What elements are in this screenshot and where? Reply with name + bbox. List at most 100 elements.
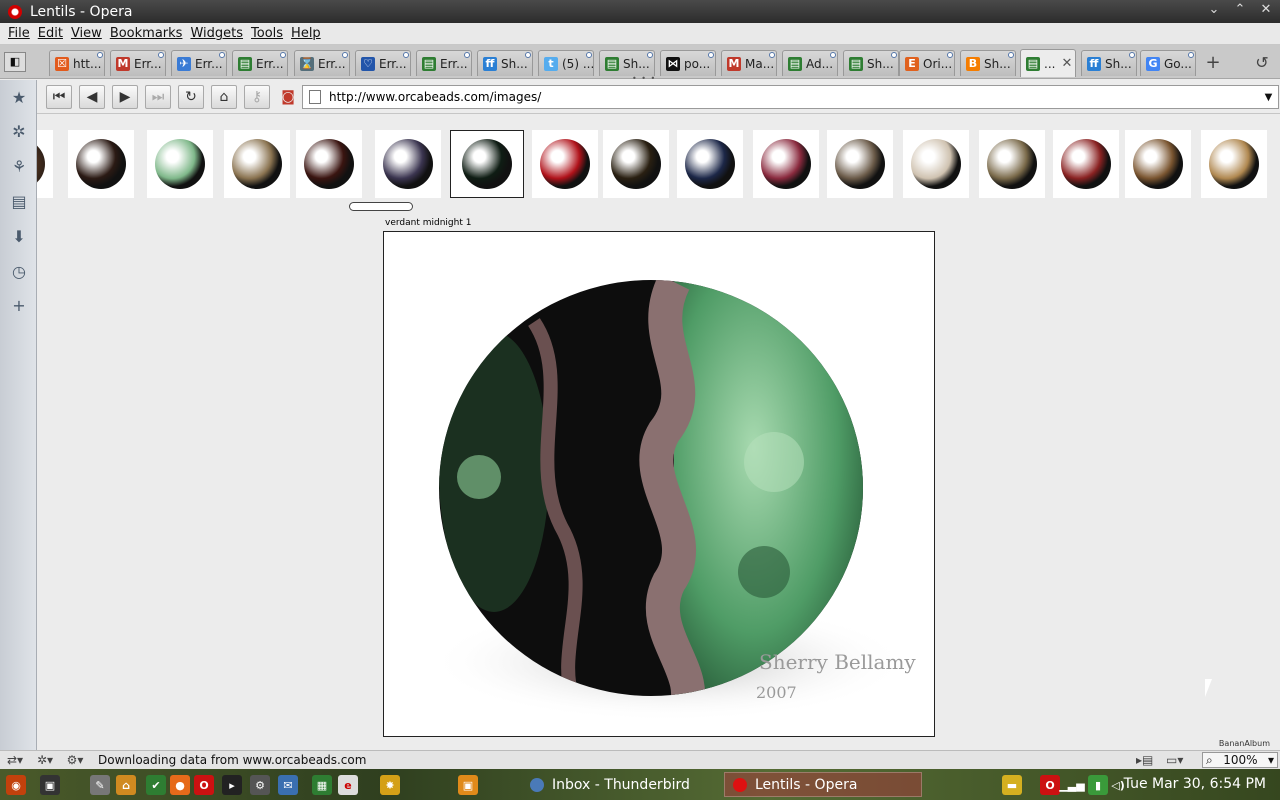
maximize-button[interactable]: ⌃	[1232, 2, 1248, 17]
close-tab-icon[interactable]: ✕	[1061, 56, 1072, 71]
task-opera[interactable]: Lentils - Opera	[724, 772, 922, 797]
stop-icon[interactable]: ◙	[275, 85, 301, 109]
clock[interactable]: Tue Mar 30, 6:54 PM	[1124, 776, 1266, 792]
tab-0[interactable]: ☒ htt...	[49, 50, 105, 76]
tab-6[interactable]: ▤ Err...	[416, 50, 472, 76]
bead-thumbnail[interactable]	[677, 130, 743, 198]
address-bar[interactable]	[302, 85, 1261, 109]
tab-16[interactable]: ▤... ✕	[1020, 49, 1076, 77]
panel-toggle-button[interactable]: ◧	[4, 52, 26, 72]
rewind-button[interactable]: ⏮	[46, 85, 72, 109]
starburst-icon[interactable]: ✸	[380, 775, 400, 795]
mail-icon[interactable]: ✉	[278, 775, 298, 795]
files-icon[interactable]: ⌂	[116, 775, 136, 795]
battery-icon[interactable]: ▮	[1088, 775, 1108, 795]
add-panel-icon[interactable]: +	[8, 294, 30, 316]
bead-thumbnail[interactable]	[903, 130, 969, 198]
bead-thumbnail[interactable]	[450, 130, 524, 198]
desktop-icon[interactable]: ▣	[40, 775, 60, 795]
main-image[interactable]: Sherry Bellamy 2007	[383, 231, 935, 737]
bead-thumbnail[interactable]	[147, 130, 213, 198]
settings-icon[interactable]: ⚙▾	[60, 753, 90, 767]
opera-launcher-icon[interactable]: O	[194, 775, 214, 795]
menu-widgets[interactable]: Widgets	[190, 26, 243, 41]
reload-button[interactable]: ↻	[178, 85, 204, 109]
zoom-control[interactable]: ⌕ 100% ▾	[1202, 752, 1278, 768]
network-icon[interactable]: ▁▃▅	[1059, 775, 1084, 795]
menu-help[interactable]: Help	[291, 26, 321, 41]
bead-thumbnail[interactable]	[603, 130, 669, 198]
tab-4[interactable]: ⌛ Err...	[294, 50, 350, 76]
bead-thumbnail-partial[interactable]	[37, 130, 53, 198]
bead-thumbnail[interactable]	[1053, 130, 1119, 198]
view-mode-icon[interactable]: ▭▾	[1166, 753, 1183, 767]
unite-icon[interactable]: ✲▾	[30, 753, 60, 767]
bead-thumbnail[interactable]	[753, 130, 819, 198]
fast-forward-button[interactable]: ⏭	[145, 85, 171, 109]
bead-thumbnail[interactable]	[979, 130, 1045, 198]
bookmarks-panel-icon[interactable]: ★	[8, 86, 30, 108]
opera-tray-icon[interactable]: O	[1040, 775, 1060, 795]
new-tab-button[interactable]: +	[1200, 53, 1226, 75]
bead-thumbnail[interactable]	[296, 130, 362, 198]
tab-loading-dot	[1008, 52, 1014, 58]
links-panel-icon[interactable]: ⚘	[8, 155, 30, 177]
wand-button[interactable]: ⚷	[244, 85, 270, 109]
tab-11[interactable]: M Ma...	[721, 50, 777, 76]
address-dropdown-button[interactable]: ▼	[1259, 85, 1279, 109]
panel-view-icon[interactable]: ▸▤	[1136, 753, 1153, 767]
folder-icon[interactable]: ▬	[1002, 775, 1022, 795]
task-thunderbird[interactable]: Inbox - Thunderbird	[522, 772, 718, 797]
bead-thumbnail[interactable]	[1201, 130, 1267, 198]
start-menu-icon[interactable]: ◉	[6, 775, 26, 795]
history-panel-icon[interactable]: ◷	[8, 260, 30, 282]
closed-tabs-icon[interactable]: ↺	[1250, 53, 1274, 75]
tab-8[interactable]: t (5) ...	[538, 50, 594, 76]
tasks-icon[interactable]: ✔	[146, 775, 166, 795]
tab-14[interactable]: E Ori...	[899, 50, 955, 76]
firefox-icon[interactable]: ●	[170, 775, 190, 795]
menu-tools[interactable]: Tools	[251, 26, 283, 41]
tab-3[interactable]: ▤ Err...	[232, 50, 288, 76]
bead-thumbnail[interactable]	[375, 130, 441, 198]
editor-icon[interactable]: e	[338, 775, 358, 795]
menu-edit[interactable]: Edit	[38, 26, 63, 41]
settings-launcher-icon[interactable]: ⚙	[250, 775, 270, 795]
turbo-icon[interactable]: ⇄▾	[0, 753, 30, 767]
bead-thumbnail[interactable]	[68, 130, 134, 198]
menu-view[interactable]: View	[71, 26, 102, 41]
home-button[interactable]: ⌂	[211, 85, 237, 109]
bead-thumbnail[interactable]	[827, 130, 893, 198]
forward-button[interactable]: ▶	[112, 85, 138, 109]
bead-thumbnail[interactable]	[224, 130, 290, 198]
credit-label[interactable]: BananAlbum	[1219, 739, 1270, 748]
tab-7[interactable]: ff Sh...	[477, 50, 533, 76]
close-window-button[interactable]: ✕	[1258, 2, 1274, 17]
tab-5[interactable]: ♡ Err...	[355, 50, 411, 76]
menu-file[interactable]: File	[8, 26, 30, 41]
tab-13[interactable]: ▤ Sh...	[843, 50, 899, 76]
bead-thumbnail[interactable]	[532, 130, 598, 198]
notes-icon[interactable]: ✎	[90, 775, 110, 795]
terminal-icon[interactable]: ▸	[222, 775, 242, 795]
tab-12[interactable]: ▤ Ad...	[782, 50, 838, 76]
tab-9[interactable]: ▤ Sh...	[599, 50, 655, 76]
widgets-panel-icon[interactable]: ✲	[8, 120, 30, 142]
address-input[interactable]	[329, 90, 1229, 104]
tab-18[interactable]: G Go...	[1140, 50, 1196, 76]
monitor-icon[interactable]: ▦	[312, 775, 332, 795]
menu-bookmarks[interactable]: Bookmarks	[110, 26, 183, 41]
thumbnail-scroller[interactable]	[349, 202, 413, 211]
tab-1[interactable]: M Err...	[110, 50, 166, 76]
bead-thumbnail[interactable]	[1125, 130, 1191, 198]
minimize-button[interactable]: ⌄	[1206, 2, 1222, 17]
tab-17[interactable]: ff Sh...	[1081, 50, 1137, 76]
tab-loading-dot	[769, 52, 775, 58]
tab-10[interactable]: ⋈ po...	[660, 50, 716, 76]
downloads-panel-icon[interactable]: ⬇	[8, 225, 30, 247]
bag-icon[interactable]: ▣	[458, 775, 478, 795]
tab-15[interactable]: B Sh...	[960, 50, 1016, 76]
notes-panel-icon[interactable]: ▤	[8, 190, 30, 212]
back-button[interactable]: ◀	[79, 85, 105, 109]
tab-2[interactable]: ✈ Err...	[171, 50, 227, 76]
